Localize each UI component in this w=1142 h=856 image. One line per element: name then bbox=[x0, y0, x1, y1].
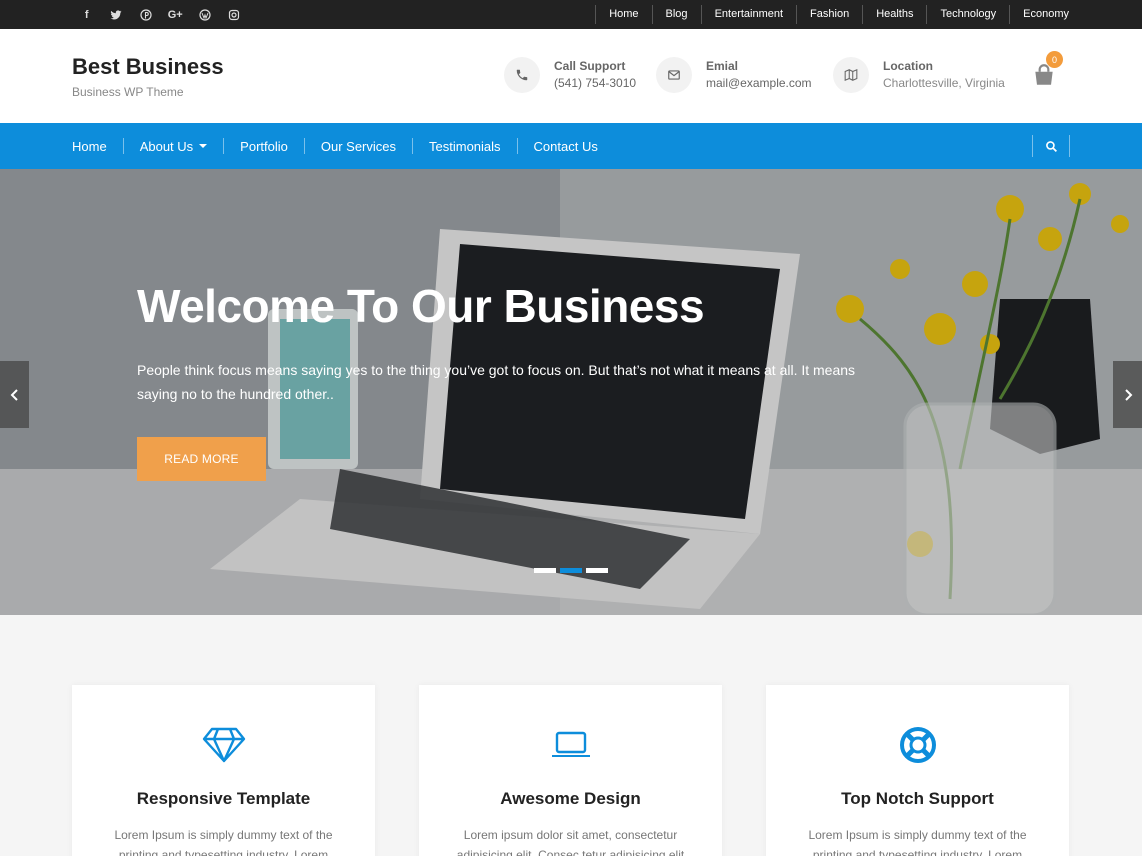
feature-card-responsive: Responsive Template Lorem Ipsum is simpl… bbox=[72, 685, 375, 856]
caret-down-icon bbox=[199, 144, 208, 148]
instagram-icon[interactable] bbox=[220, 0, 250, 29]
slider-dot-3[interactable] bbox=[586, 568, 608, 573]
phone-icon bbox=[504, 57, 540, 93]
location-info: Location Charlottesville, Virginia bbox=[833, 56, 1005, 94]
nav-item-our-services[interactable]: Our Services bbox=[321, 139, 396, 154]
top-nav-economy[interactable]: Economy bbox=[1009, 5, 1082, 24]
hero-title: Welcome To Our Business bbox=[137, 280, 705, 332]
call-support-value[interactable]: (541) 754-3010 bbox=[554, 74, 636, 92]
site-tagline: Business WP Theme bbox=[72, 85, 184, 99]
main-menu: Home About Us Portfolio Our Services Tes… bbox=[72, 123, 598, 169]
nav-item-contact-us[interactable]: Contact Us bbox=[534, 139, 598, 154]
cart-count-badge: 0 bbox=[1046, 51, 1063, 68]
map-icon bbox=[833, 57, 869, 93]
nav-item-portfolio[interactable]: Portfolio bbox=[240, 139, 288, 154]
search-icon bbox=[1045, 140, 1057, 152]
twitter-icon[interactable] bbox=[102, 0, 132, 29]
nav-divider bbox=[303, 138, 305, 154]
hero-text: People think focus means saying yes to t… bbox=[137, 362, 856, 402]
site-title[interactable]: Best Business bbox=[72, 54, 224, 80]
feature-card-support: Top Notch Support Lorem Ipsum is simply … bbox=[766, 685, 1069, 856]
feature-text: Lorem ipsum dolor sit amet, consectetur … bbox=[456, 828, 685, 856]
pinterest-icon[interactable] bbox=[131, 0, 161, 29]
slider-prev-button[interactable] bbox=[0, 361, 29, 428]
nav-divider bbox=[122, 138, 124, 154]
location-value: Charlottesville, Virginia bbox=[883, 76, 1005, 90]
top-nav-blog[interactable]: Blog bbox=[651, 5, 701, 24]
wordpress-icon[interactable] bbox=[190, 0, 220, 29]
envelope-icon bbox=[656, 57, 692, 93]
feature-title: Top Notch Support bbox=[841, 789, 994, 808]
top-nav-home[interactable]: Home bbox=[595, 5, 651, 24]
call-support: Call Support (541) 754-3010 bbox=[504, 56, 636, 94]
slider-dot-2[interactable] bbox=[560, 568, 582, 573]
diamond-icon bbox=[72, 725, 375, 765]
nav-item-about-us-label: About Us bbox=[139, 138, 194, 154]
laptop-icon bbox=[419, 725, 722, 765]
feature-card-design: Awesome Design Lorem ipsum dolor sit ame… bbox=[419, 685, 722, 856]
slider-dots bbox=[534, 568, 608, 573]
chevron-left-icon bbox=[10, 388, 18, 401]
location-label: Location bbox=[883, 59, 933, 73]
call-support-label: Call Support bbox=[554, 59, 626, 73]
nav-item-home[interactable]: Home bbox=[72, 139, 107, 154]
top-nav-healths[interactable]: Healths bbox=[862, 5, 926, 24]
feature-title: Awesome Design bbox=[500, 789, 641, 808]
google-plus-icon[interactable]: G+ bbox=[161, 0, 191, 29]
slider-dot-1[interactable] bbox=[534, 568, 556, 573]
search-button[interactable] bbox=[1032, 135, 1070, 157]
slider-next-button[interactable] bbox=[1113, 361, 1142, 428]
read-more-button[interactable]: READ MORE bbox=[137, 437, 266, 481]
email-info: Emial mail@example.com bbox=[656, 56, 812, 94]
nav-divider bbox=[223, 138, 225, 154]
email-label: Emial bbox=[706, 59, 739, 73]
top-nav-technology[interactable]: Technology bbox=[926, 5, 1009, 24]
feature-title: Responsive Template bbox=[136, 789, 311, 808]
main-nav: Home About Us Portfolio Our Services Tes… bbox=[0, 123, 1142, 169]
nav-item-testimonials[interactable]: Testimonials bbox=[429, 139, 501, 154]
email-value[interactable]: mail@example.com bbox=[706, 74, 812, 92]
top-bar: f G+ Home Blog Entertainment Fashion Hea… bbox=[0, 0, 1142, 29]
facebook-icon[interactable]: f bbox=[72, 0, 102, 29]
lifebuoy-icon bbox=[766, 725, 1069, 765]
top-nav-fashion[interactable]: Fashion bbox=[796, 5, 862, 24]
top-nav: Home Blog Entertainment Fashion Healths … bbox=[595, 0, 1082, 29]
chevron-right-icon bbox=[1124, 388, 1132, 401]
top-nav-entertainment[interactable]: Entertainment bbox=[700, 5, 796, 24]
nav-item-about-us[interactable]: About Us bbox=[139, 138, 208, 154]
site-header: Best Business Business WP Theme Call Sup… bbox=[0, 29, 1142, 123]
social-links: f G+ bbox=[72, 0, 249, 29]
nav-divider bbox=[412, 138, 414, 154]
hero-slider: Welcome To Our Business People think foc… bbox=[0, 169, 1142, 615]
feature-text: Lorem Ipsum is simply dummy text of the … bbox=[114, 828, 333, 856]
nav-divider bbox=[516, 138, 518, 154]
feature-text: Lorem Ipsum is simply dummy text of the … bbox=[808, 828, 1027, 856]
